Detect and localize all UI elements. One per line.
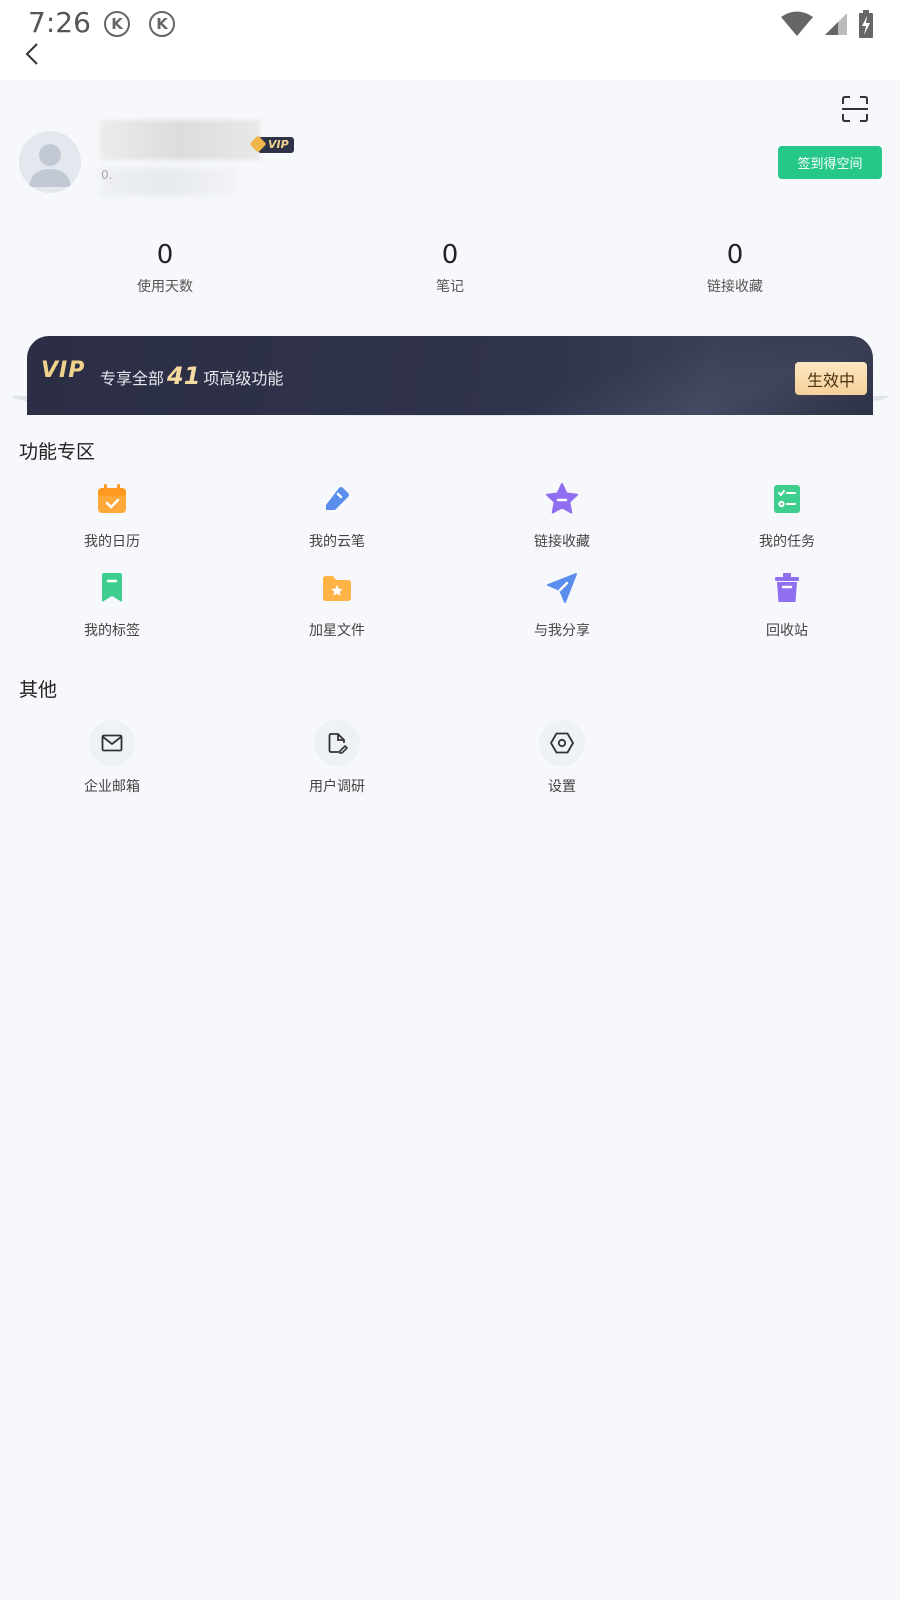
default-avatar-icon (29, 144, 71, 187)
back-button[interactable] (18, 40, 46, 68)
other-label: 用户调研 (309, 779, 365, 795)
notification-k-icon: K (149, 11, 175, 37)
stat-label: 链接收藏 (707, 279, 763, 295)
user-id: 0. (101, 168, 113, 182)
mail-icon (101, 734, 123, 752)
avatar[interactable] (19, 131, 81, 193)
feature-calendar[interactable]: 我的日历 (52, 482, 172, 551)
features-section-title: 功能专区 (19, 441, 96, 463)
starred-folder-icon (323, 576, 351, 601)
scan-icon (842, 96, 868, 122)
signin-button[interactable]: 签到得空间 (778, 146, 882, 179)
task-list-icon (774, 485, 800, 513)
stats-row: 0 使用天数 0 笔记 0 链接收藏 (0, 238, 900, 308)
icon-circle (314, 720, 360, 766)
wifi-icon (781, 11, 813, 36)
feature-label: 我的标签 (84, 623, 140, 639)
battery-charging-icon (859, 10, 873, 38)
vip-logo: VIP (41, 358, 86, 383)
vip-feature-count: 41 (167, 362, 201, 390)
feature-link-favorites[interactable]: 链接收藏 (502, 482, 622, 551)
feature-recycle-bin[interactable]: 回收站 (727, 571, 847, 640)
other-user-survey[interactable]: 用户调研 (277, 720, 397, 796)
user-id-blurred (100, 168, 236, 196)
feature-label: 加星文件 (309, 623, 365, 639)
others-section-title: 其他 (19, 679, 58, 701)
feature-shared-with-me[interactable]: 与我分享 (502, 571, 622, 640)
stat-value: 0 (726, 240, 744, 270)
feature-tasks[interactable]: 我的任务 (727, 482, 847, 551)
settings-hex-icon (550, 732, 574, 754)
send-icon (547, 573, 577, 603)
stat-value: 0 (156, 240, 174, 270)
stat-usage-days[interactable]: 0 使用天数 (85, 238, 245, 296)
other-label: 企业邮箱 (84, 779, 140, 795)
system-icons (780, 10, 874, 38)
icon-circle (89, 720, 135, 766)
vip-badge: VIP (258, 137, 294, 153)
star-icon (546, 483, 578, 514)
stat-link-favorites[interactable]: 0 链接收藏 (655, 238, 815, 296)
chevron-left-icon (25, 43, 38, 65)
survey-doc-icon (328, 733, 349, 754)
trash-icon (775, 573, 799, 602)
icon-circle (539, 720, 585, 766)
username-blurred (100, 120, 260, 160)
scan-button[interactable] (840, 94, 870, 124)
other-enterprise-mail[interactable]: 企业邮箱 (52, 720, 172, 796)
status-bar: 7:26 K K (0, 0, 900, 80)
feature-starred-files[interactable]: 加星文件 (277, 571, 397, 640)
bookmark-icon (102, 573, 122, 602)
stat-notes[interactable]: 0 笔记 (370, 238, 530, 296)
pen-icon (326, 487, 349, 510)
feature-label: 我的日历 (84, 534, 140, 550)
vip-feature-text: 专享全部 41 项高级功能 (100, 362, 283, 390)
stat-label: 笔记 (436, 279, 464, 295)
signal-icon (825, 13, 847, 35)
feature-label: 我的云笔 (309, 534, 365, 550)
vip-text-before: 专享全部 (100, 369, 165, 388)
notification-k-icon: K (104, 11, 130, 37)
feature-cloud-pen[interactable]: 我的云笔 (277, 482, 397, 551)
other-settings[interactable]: 设置 (502, 720, 622, 796)
calendar-icon (98, 484, 126, 513)
vip-status-badge[interactable]: 生效中 (795, 362, 867, 395)
feature-tags[interactable]: 我的标签 (52, 571, 172, 640)
stat-value: 0 (441, 240, 459, 270)
feature-label: 我的任务 (759, 534, 815, 550)
other-label: 设置 (548, 779, 576, 795)
vip-banner[interactable]: VIP 专享全部 41 项高级功能 生效中 (27, 336, 873, 415)
status-time: 7:26 (28, 6, 91, 39)
feature-label: 回收站 (766, 623, 808, 639)
feature-label: 与我分享 (534, 623, 590, 639)
feature-label: 链接收藏 (534, 534, 590, 550)
vip-text-after: 项高级功能 (203, 369, 284, 388)
stat-label: 使用天数 (137, 279, 193, 295)
